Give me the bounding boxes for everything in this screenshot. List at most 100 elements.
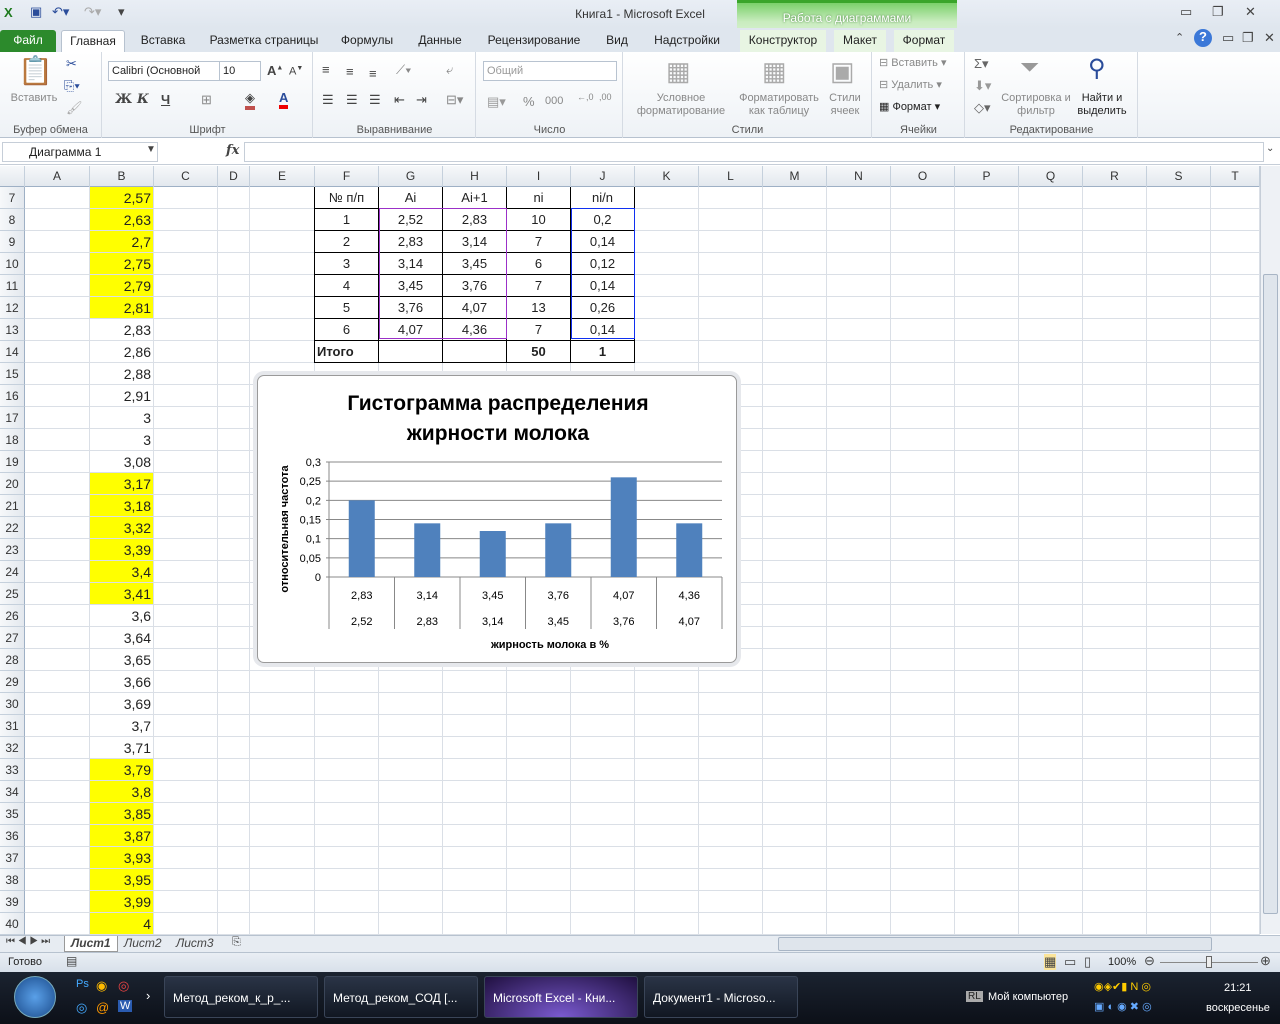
row-header[interactable]: 21 bbox=[0, 495, 25, 517]
cell-b[interactable]: 3,4 bbox=[90, 561, 154, 583]
row-header[interactable]: 31 bbox=[0, 715, 25, 737]
row-header[interactable]: 14 bbox=[0, 341, 25, 363]
table-cell[interactable]: 2 bbox=[315, 231, 379, 253]
row-header[interactable]: 29 bbox=[0, 671, 25, 693]
name-box-dropdown-icon[interactable]: ▼ bbox=[146, 144, 156, 155]
table-header-cell[interactable]: ni/n bbox=[571, 187, 635, 209]
row-header[interactable]: 28 bbox=[0, 649, 25, 671]
row-header[interactable]: 12 bbox=[0, 297, 25, 319]
row-header[interactable]: 10 bbox=[0, 253, 25, 275]
column-header-G[interactable]: G bbox=[379, 166, 443, 187]
tab-format[interactable]: Формат bbox=[894, 30, 954, 52]
row-header[interactable]: 38 bbox=[0, 869, 25, 891]
row-header[interactable]: 37 bbox=[0, 847, 25, 869]
table-cell[interactable]: 13 bbox=[507, 297, 571, 319]
select-all-corner[interactable] bbox=[0, 166, 25, 187]
cell-b[interactable]: 3,99 bbox=[90, 891, 154, 913]
row-header[interactable]: 39 bbox=[0, 891, 25, 913]
column-header-S[interactable]: S bbox=[1147, 166, 1211, 187]
cell-b[interactable]: 2,86 bbox=[90, 341, 154, 363]
tab-view[interactable]: Вид bbox=[596, 30, 638, 52]
vertical-scrollbar[interactable] bbox=[1260, 166, 1280, 934]
table-cell[interactable]: 2,52 bbox=[379, 209, 443, 231]
table-cell[interactable]: 3,76 bbox=[379, 297, 443, 319]
italic-button[interactable]: К bbox=[137, 92, 149, 107]
insert-sheet-icon[interactable]: ⎘ bbox=[232, 936, 241, 949]
column-header-Q[interactable]: Q bbox=[1019, 166, 1083, 187]
bold-button[interactable]: Ж bbox=[115, 92, 132, 107]
table-cell[interactable]: 0,14 bbox=[571, 231, 635, 253]
underline-button[interactable]: Ч bbox=[161, 92, 170, 107]
zoom-level[interactable]: 100% bbox=[1108, 956, 1136, 968]
language-indicator[interactable]: RL bbox=[966, 991, 983, 1002]
table-cell[interactable]: 0,2 bbox=[571, 209, 635, 231]
cell-b[interactable]: 3,79 bbox=[90, 759, 154, 781]
browser-icon[interactable]: ◎ bbox=[76, 1000, 87, 1016]
column-header-C[interactable]: C bbox=[154, 166, 218, 187]
cell-b[interactable]: 3,8 bbox=[90, 781, 154, 803]
table-cell[interactable]: 2,83 bbox=[379, 231, 443, 253]
tab-home[interactable]: Главная bbox=[61, 30, 125, 52]
table-cell[interactable]: Итого bbox=[315, 341, 379, 363]
cell-b[interactable]: 3,39 bbox=[90, 539, 154, 561]
expand-formula-bar-icon[interactable]: ⌄ bbox=[1266, 143, 1274, 154]
table-cell[interactable]: 1 bbox=[571, 341, 635, 363]
align-right-icon[interactable]: ☰ bbox=[369, 92, 381, 108]
table-cell[interactable]: 10 bbox=[507, 209, 571, 231]
table-cell[interactable] bbox=[443, 341, 507, 363]
merge-cells-icon[interactable]: ⊟▾ bbox=[446, 92, 463, 108]
cell-b[interactable]: 3,32 bbox=[90, 517, 154, 539]
table-cell[interactable]: 6 bbox=[315, 319, 379, 341]
row-header[interactable]: 17 bbox=[0, 407, 25, 429]
cell-b[interactable]: 2,79 bbox=[90, 275, 154, 297]
cell-b[interactable]: 2,88 bbox=[90, 363, 154, 385]
font-name-select[interactable]: Calibri (Основной bbox=[108, 61, 220, 81]
tab-insert[interactable]: Вставка bbox=[132, 30, 194, 52]
tab-addins[interactable]: Надстройки bbox=[646, 30, 728, 52]
cell-b[interactable]: 3,71 bbox=[90, 737, 154, 759]
column-header-O[interactable]: O bbox=[891, 166, 955, 187]
row-header[interactable]: 34 bbox=[0, 781, 25, 803]
orientation-icon[interactable]: ⟋▾ bbox=[396, 62, 411, 78]
percent-button[interactable]: % bbox=[523, 94, 535, 109]
tab-file[interactable]: Файл bbox=[0, 30, 56, 52]
grow-font-icon[interactable]: A▲ bbox=[267, 63, 283, 78]
clear-icon[interactable]: ◇▾ bbox=[974, 100, 991, 116]
column-header-D[interactable]: D bbox=[218, 166, 250, 187]
photoshop-icon[interactable]: Ps bbox=[76, 978, 89, 990]
tray-label[interactable]: Мой компьютер bbox=[988, 991, 1068, 1003]
table-cell[interactable]: 0,26 bbox=[571, 297, 635, 319]
column-header-L[interactable]: L bbox=[699, 166, 763, 187]
row-header[interactable]: 24 bbox=[0, 561, 25, 583]
cut-icon[interactable]: ✂ bbox=[66, 56, 77, 72]
macro-record-icon[interactable]: ▤ bbox=[66, 954, 77, 968]
table-cell[interactable]: 7 bbox=[507, 275, 571, 297]
format-cells-button[interactable]: ▦ Формат ▾ bbox=[879, 101, 965, 114]
sort-filter-button[interactable]: Сортировка и фильтр bbox=[1000, 92, 1072, 118]
autosum-icon[interactable]: Σ▾ bbox=[974, 56, 989, 72]
increase-decimal-icon[interactable]: ←,0 bbox=[577, 92, 594, 102]
row-header[interactable]: 40 bbox=[0, 913, 25, 935]
paste-button[interactable]: Вставить bbox=[4, 92, 64, 105]
column-header-K[interactable]: K bbox=[635, 166, 699, 187]
row-header[interactable]: 32 bbox=[0, 737, 25, 759]
cell-b[interactable]: 3,08 bbox=[90, 451, 154, 473]
cell-b[interactable]: 2,7 bbox=[90, 231, 154, 253]
cell-b[interactable]: 3 bbox=[90, 407, 154, 429]
row-header[interactable]: 13 bbox=[0, 319, 25, 341]
row-header[interactable]: 25 bbox=[0, 583, 25, 605]
column-header-T[interactable]: T bbox=[1211, 166, 1260, 187]
sheet-nav-icons[interactable]: ⏮ ◀ ▶ ⏭ bbox=[6, 936, 50, 947]
cell-b[interactable]: 2,75 bbox=[90, 253, 154, 275]
row-header[interactable]: 33 bbox=[0, 759, 25, 781]
column-header-E[interactable]: E bbox=[250, 166, 315, 187]
start-button[interactable] bbox=[14, 976, 56, 1018]
cell-b[interactable]: 3,64 bbox=[90, 627, 154, 649]
restore-icon[interactable]: ❐ bbox=[1212, 4, 1224, 20]
row-header[interactable]: 36 bbox=[0, 825, 25, 847]
table-cell[interactable] bbox=[379, 341, 443, 363]
tab-review[interactable]: Рецензирование bbox=[480, 30, 588, 52]
align-bottom-icon[interactable]: ≡ bbox=[369, 66, 377, 81]
sheet-tab-3[interactable]: Лист3 bbox=[170, 936, 220, 952]
zoom-slider-thumb[interactable] bbox=[1206, 956, 1212, 968]
